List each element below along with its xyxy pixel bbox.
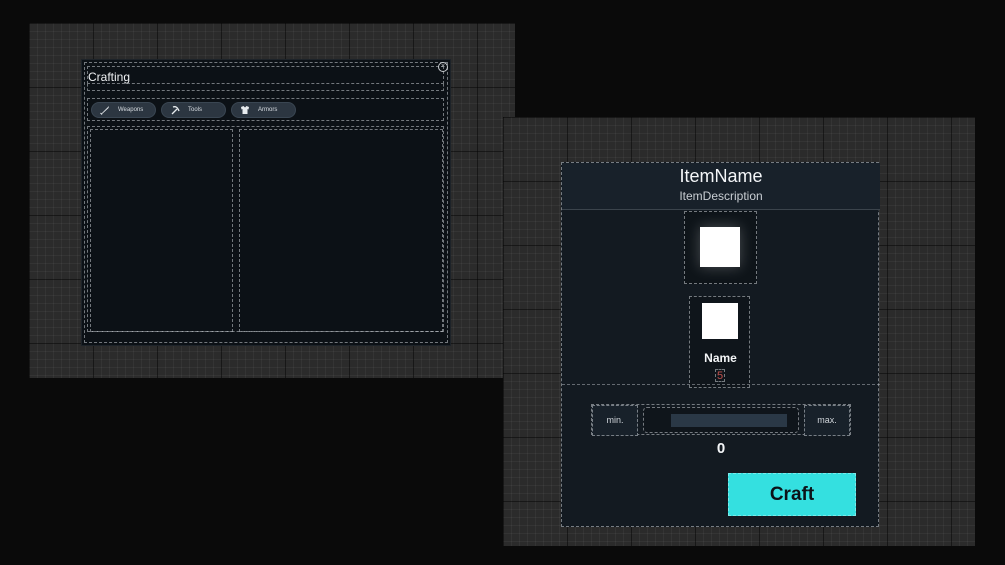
item-header: ItemName ItemDescription	[562, 163, 880, 210]
slider-fill	[671, 414, 787, 427]
category-tabs: Weapons Tools Armors	[87, 98, 444, 121]
tab-weapons[interactable]: Weapons	[91, 102, 156, 118]
tab-label: Armors	[258, 107, 278, 113]
item-name: ItemName	[679, 166, 763, 186]
tab-armors[interactable]: Armors	[231, 102, 296, 118]
ingredient-name: Name	[704, 351, 737, 365]
item-preview-image	[700, 227, 740, 267]
ingredient-card: Name 5	[689, 296, 750, 388]
recipe-detail-panel	[239, 129, 443, 332]
max-button[interactable]: max.	[804, 405, 850, 436]
crafting-window: Crafting × Weapons Tools Armors	[81, 59, 451, 346]
divider	[562, 384, 880, 385]
ingredient-quantity: 5	[715, 369, 725, 382]
pickaxe-icon	[171, 106, 180, 115]
title-spacer	[87, 84, 444, 91]
ingredient-image	[702, 303, 738, 339]
item-detail-window: ItemName ItemDescription Name 5 min. max…	[561, 162, 880, 527]
tab-label: Tools	[188, 107, 203, 113]
min-button[interactable]: min.	[592, 405, 638, 436]
recipe-list-panel[interactable]	[90, 129, 233, 332]
tab-tools[interactable]: Tools	[161, 102, 226, 118]
quantity-stepper: min. max.	[591, 404, 851, 436]
armor-icon	[241, 106, 249, 114]
crafting-title: Crafting	[88, 70, 131, 84]
tab-label: Weapons	[118, 107, 144, 113]
craft-button[interactable]: Craft	[728, 473, 856, 516]
crafting-content	[87, 126, 444, 332]
close-icon[interactable]: ×	[438, 62, 448, 72]
item-description: ItemDescription	[679, 189, 763, 203]
quantity-value: 0	[716, 440, 726, 457]
title-bar	[87, 66, 444, 84]
quantity-slider[interactable]	[643, 407, 799, 433]
sword-icon	[100, 106, 109, 115]
item-preview	[684, 211, 757, 284]
